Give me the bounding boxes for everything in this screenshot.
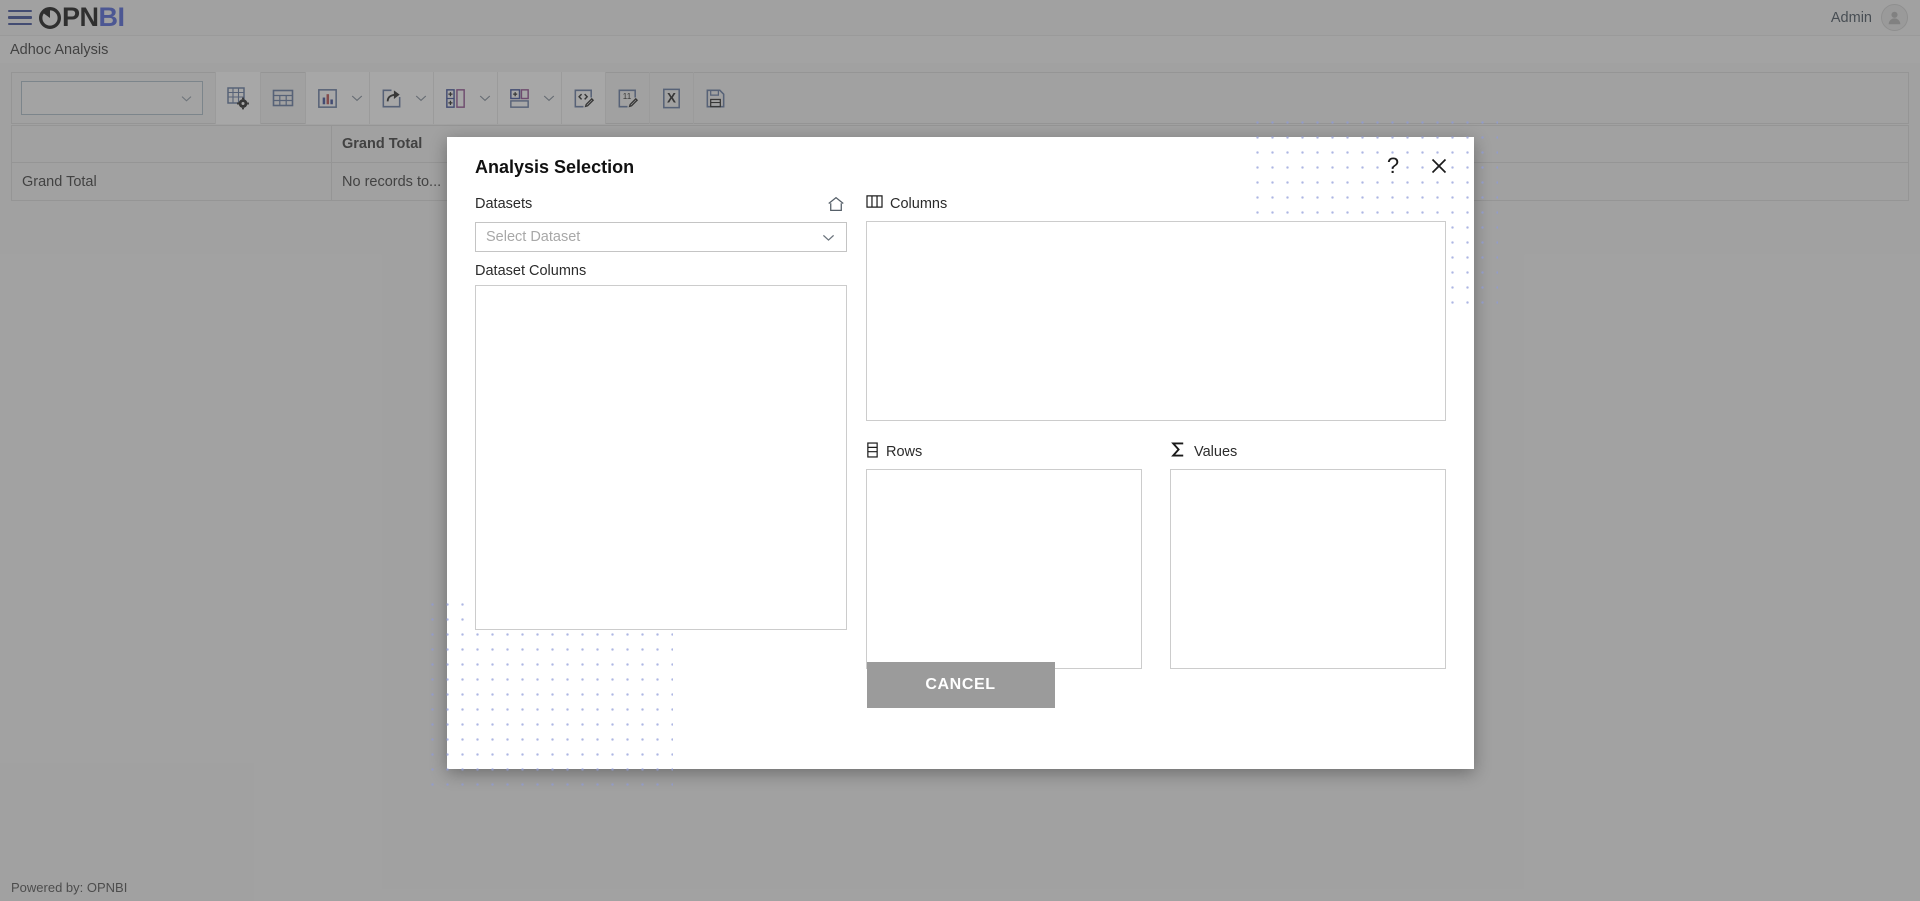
question-mark-help-icon[interactable]: ? [1380,153,1406,179]
pivot-zones-pane: Columns Rows Values [866,193,1446,669]
values-dropzone[interactable] [1170,469,1446,669]
columns-dropzone[interactable] [866,221,1446,421]
help-glyph: ? [1386,153,1400,178]
dataset-select-placeholder: Select Dataset [486,229,581,245]
dialog-footer: CANCEL [447,662,1474,708]
datasets-label: Datasets [475,196,533,212]
values-zone-label: Values [1194,444,1238,460]
dataset-columns-listbox[interactable] [475,285,847,630]
dialog-title: Analysis Selection [475,157,635,177]
chevron-down-icon [822,234,835,241]
rows-zone-header: Rows [866,441,1142,463]
columns-zone-label: Columns [890,196,948,212]
close-x-icon[interactable] [1426,153,1452,179]
values-zone-header: Values [1170,441,1446,463]
analysis-selection-dialog: Analysis Selection ? Datasets Select Dat… [425,115,1498,787]
rows-zone: Rows [866,441,1142,669]
home-icon[interactable] [825,193,847,215]
rows-dropzone[interactable] [866,469,1142,669]
columns-zone-header: Columns [866,193,1446,215]
dialog-action-icons: ? [1380,153,1452,179]
rows-layout-icon [866,441,879,463]
sigma-sum-icon [1170,441,1187,463]
dataset-columns-label: Dataset Columns [475,263,587,279]
datasets-label-row: Datasets [475,193,847,215]
columns-layout-icon [866,194,883,214]
datasets-pane: Datasets Select Dataset Dataset Columns [475,193,847,630]
dataset-select-input[interactable]: Select Dataset [475,222,847,252]
cancel-button[interactable]: CANCEL [866,662,1055,708]
bottom-zones-row: Rows Values [866,441,1446,669]
rows-zone-label: Rows [886,444,923,460]
values-zone: Values [1170,441,1446,669]
app-root: PN BI Admin Adhoc Analysis 11 X Grand To… [0,0,1920,901]
